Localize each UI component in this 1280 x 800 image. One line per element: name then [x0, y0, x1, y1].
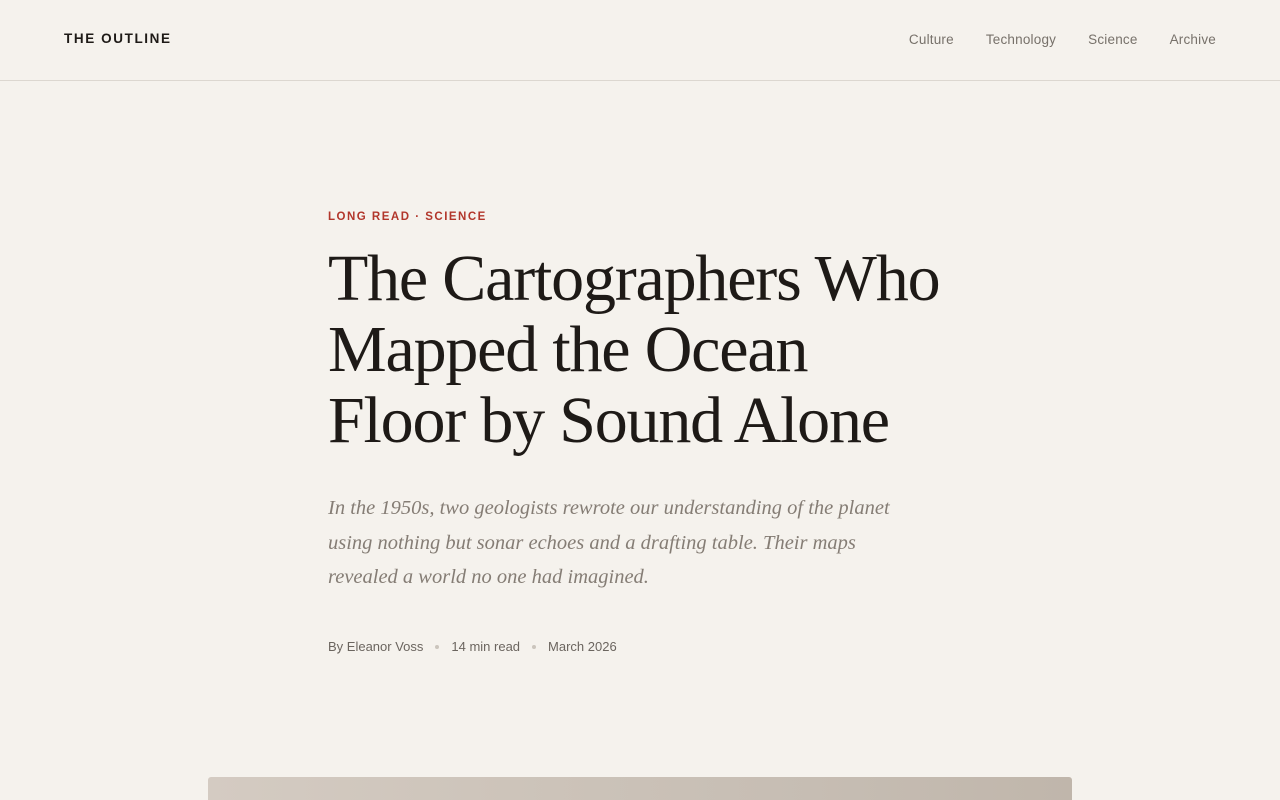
article-headline: The Cartographers Who Mapped the Ocean F…: [328, 242, 941, 457]
main-nav: Culture Technology Science Archive: [909, 31, 1216, 48]
nav-item-science[interactable]: Science: [1088, 31, 1137, 48]
site-logo[interactable]: THE OUTLINE: [64, 31, 172, 47]
article-byline: By Eleanor Voss 14 min read March 2026: [328, 638, 952, 656]
article-dek: In the 1950s, two geologists rewrote our…: [328, 497, 890, 588]
nav-item-technology[interactable]: Technology: [986, 31, 1056, 48]
nav-item-culture[interactable]: Culture: [909, 31, 954, 48]
hero-image: [208, 777, 1072, 800]
byline-separator-dot: [435, 644, 440, 649]
byline-separator-dot: [532, 644, 537, 649]
site-header: THE OUTLINE Culture Technology Science A…: [0, 0, 1280, 81]
read-time: 14 min read: [451, 638, 521, 654]
article-header: LONG READ · SCIENCE The Cartographers Wh…: [328, 208, 952, 656]
author-link[interactable]: By Eleanor Voss: [328, 638, 423, 656]
nav-item-archive[interactable]: Archive: [1170, 31, 1216, 48]
article-kicker: LONG READ · SCIENCE: [328, 211, 487, 223]
publish-date: March 2026: [548, 638, 617, 654]
